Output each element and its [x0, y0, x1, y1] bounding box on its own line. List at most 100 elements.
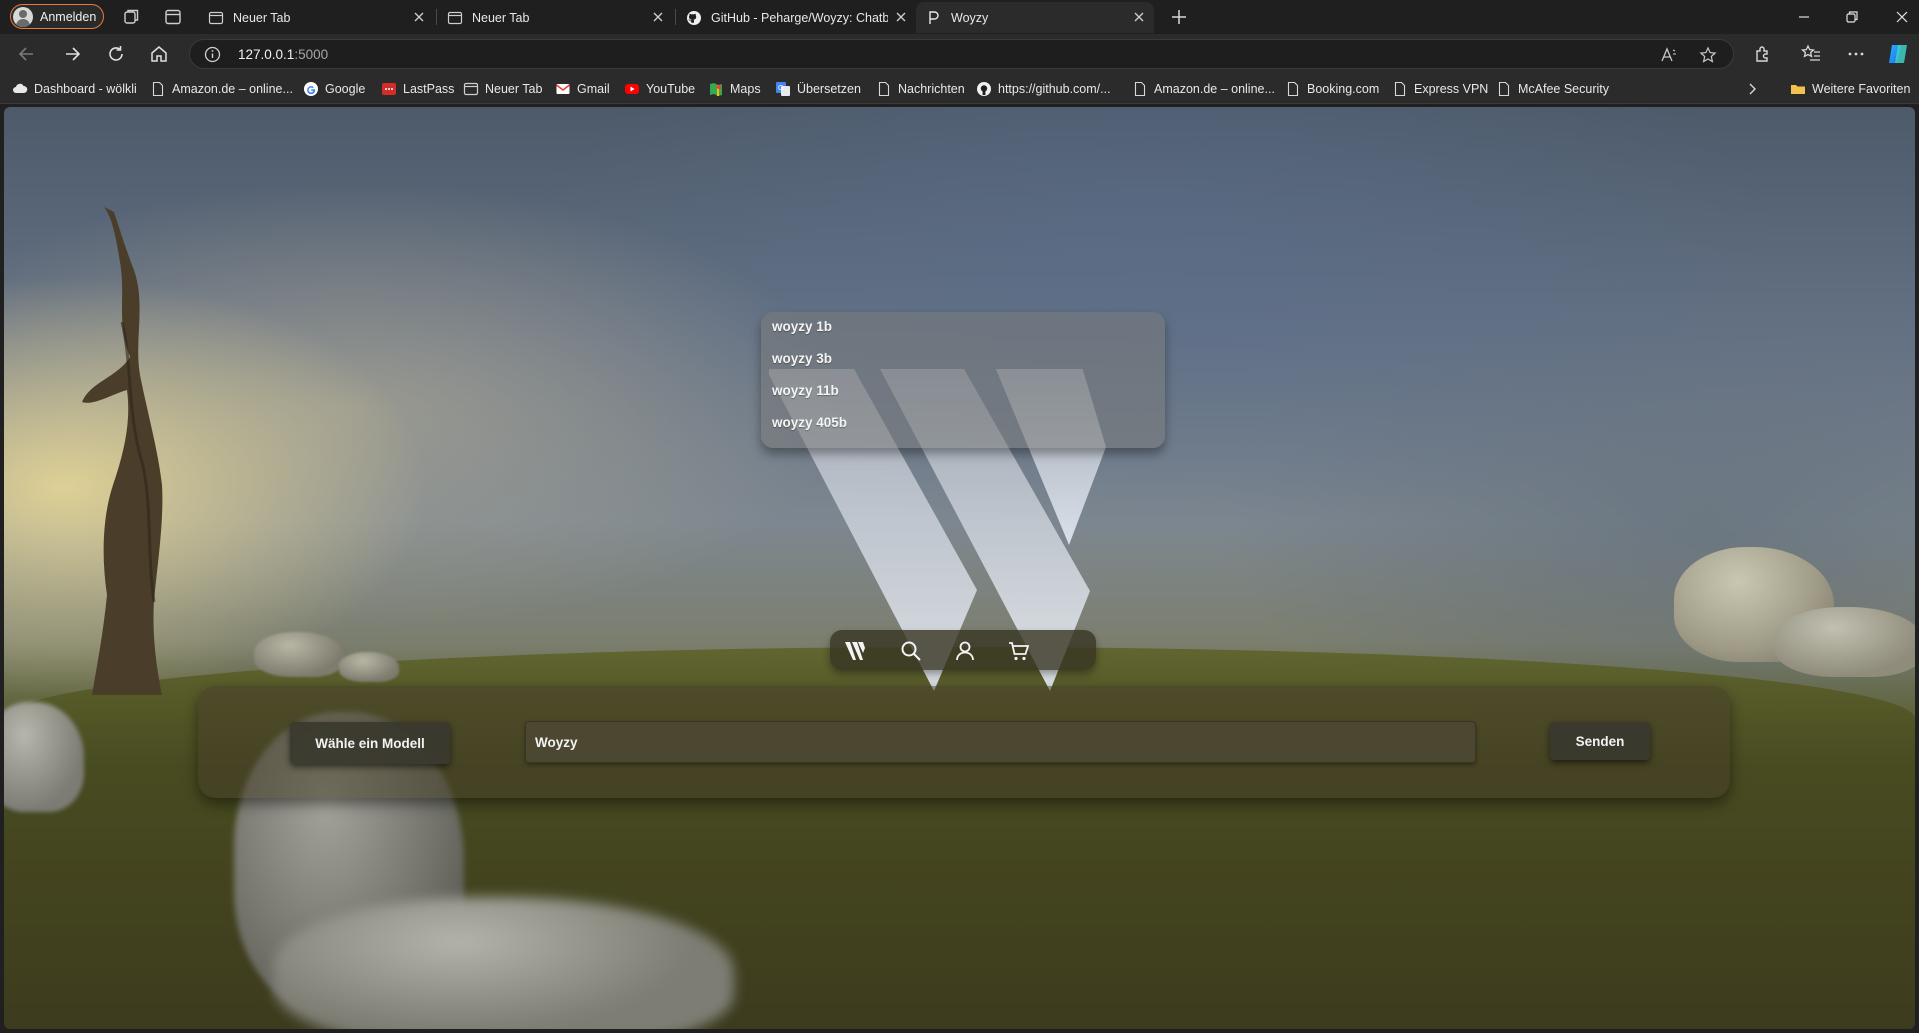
bookmark-github[interactable]: https://github.com/... — [976, 80, 1111, 98]
search-icon[interactable] — [899, 639, 923, 663]
model-option-woyzy-1b[interactable]: woyzy 1b — [772, 319, 832, 334]
google-icon — [304, 82, 318, 96]
bookmark-express-vpn[interactable]: Express VPN — [1392, 80, 1488, 98]
bookmark-lastpass[interactable]: LastPass — [381, 80, 454, 98]
restore-icon[interactable] — [1842, 7, 1862, 27]
page-icon — [1134, 81, 1146, 97]
bookmark-mcafee[interactable]: McAfee Security — [1496, 80, 1609, 98]
tab-label: Neuer Tab — [472, 10, 530, 25]
tab-bar: Anmelden Neuer Tab Neuer Tab GitHub - Pe… — [0, 0, 1919, 34]
tab-neuer-tab-1[interactable]: Neuer Tab — [198, 2, 434, 33]
tab-label: GitHub - Peharge/Woyzy: Chatbo — [711, 10, 888, 25]
translate-icon: G — [776, 82, 790, 96]
extensions-icon[interactable] — [1752, 43, 1774, 65]
site-info-icon[interactable] — [204, 46, 221, 63]
more-favorites-folder[interactable]: Weitere Favoriten — [1790, 80, 1910, 98]
bookmark-label: LastPass — [403, 82, 455, 96]
favorite-star-icon[interactable] — [1699, 46, 1717, 64]
message-input[interactable] — [525, 721, 1476, 763]
woyzy-favicon — [929, 10, 939, 24]
lastpass-icon — [382, 83, 396, 95]
send-button[interactable]: Senden — [1550, 722, 1650, 760]
bookmark-label: Gmail — [577, 82, 610, 96]
tab-page-icon — [463, 82, 479, 96]
page-icon — [1498, 81, 1510, 97]
avatar-icon — [13, 6, 33, 27]
page-icon — [878, 81, 890, 97]
tab-neuer-tab-2[interactable]: Neuer Tab — [437, 2, 673, 33]
tab-github[interactable]: GitHub - Peharge/Woyzy: Chatbo — [676, 2, 916, 33]
chevron-right-icon[interactable] — [1745, 82, 1759, 96]
bookmark-label: Übersetzen — [797, 82, 861, 96]
address-bar[interactable]: 127.0.0.1:5000 — [189, 39, 1734, 69]
url-host: 127.0.0.1 — [238, 47, 295, 62]
tab-label: Woyzy — [951, 10, 989, 25]
copilot-icon[interactable] — [1886, 41, 1912, 67]
model-option-woyzy-405b[interactable]: woyzy 405b — [772, 415, 847, 430]
bookmark-label: Dashboard - wölkli — [34, 82, 137, 96]
profile-label: Anmelden — [40, 9, 97, 24]
background-rock — [339, 652, 399, 682]
bookmark-gmail[interactable]: Gmail — [555, 80, 610, 98]
cloud-icon — [13, 83, 28, 93]
tab-actions-icon[interactable] — [163, 7, 183, 27]
bookmark-neuer-tab[interactable]: Neuer Tab — [463, 80, 542, 98]
back-icon[interactable] — [16, 43, 38, 65]
user-icon[interactable] — [953, 639, 977, 663]
bookmark-maps[interactable]: Maps — [708, 80, 761, 98]
tab-woyzy[interactable]: Woyzy — [916, 2, 1154, 33]
model-option-woyzy-3b[interactable]: woyzy 3b — [772, 351, 832, 366]
page-viewport: woyzy 1b woyzy 3b woyzy 11b woyzy 405b W… — [4, 107, 1915, 1029]
close-icon[interactable] — [651, 10, 665, 24]
bookmarks-bar: Dashboard - wölkli Amazon.de – online...… — [0, 74, 1919, 104]
bookmark-youtube[interactable]: YouTube — [624, 80, 695, 98]
new-tab-icon[interactable] — [1169, 7, 1189, 27]
workspaces-icon[interactable] — [121, 7, 141, 27]
background-rock — [1774, 607, 1915, 677]
bookmark-label: Express VPN — [1414, 82, 1489, 96]
tab-page-icon — [208, 11, 224, 24]
more-menu-icon[interactable] — [1845, 43, 1867, 65]
refresh-icon[interactable] — [105, 43, 127, 65]
bookmark-uebersetzen[interactable]: G Übersetzen — [775, 80, 861, 98]
bookmark-label: Amazon.de – online... — [172, 82, 293, 96]
tab-page-icon — [447, 11, 463, 24]
minimize-icon[interactable] — [1794, 7, 1814, 27]
close-icon[interactable] — [894, 10, 908, 24]
bookmark-dashboard[interactable]: Dashboard - wölkli — [12, 80, 137, 98]
read-aloud-icon[interactable] — [1660, 46, 1678, 64]
bookmark-amazon-2[interactable]: Amazon.de – online... — [1132, 80, 1275, 98]
youtube-icon — [625, 84, 639, 94]
bookmark-nachrichten[interactable]: Nachrichten — [876, 80, 965, 98]
close-icon[interactable] — [412, 10, 426, 24]
background-tree-stump — [82, 207, 163, 695]
svg-text:G: G — [778, 85, 783, 92]
woyzy-logo-icon[interactable] — [844, 639, 868, 663]
bookmark-label: Maps — [730, 82, 761, 96]
model-option-woyzy-11b[interactable]: woyzy 11b — [772, 383, 839, 398]
choose-model-button[interactable]: Wähle ein Modell — [290, 722, 450, 764]
model-dropdown: woyzy 1b woyzy 3b woyzy 11b woyzy 405b — [761, 312, 1165, 448]
page-icon — [1287, 81, 1299, 97]
bookmark-label: Booking.com — [1307, 82, 1380, 96]
favorites-icon[interactable] — [1800, 43, 1822, 65]
close-window-icon[interactable] — [1892, 7, 1912, 27]
profile-button[interactable]: Anmelden — [10, 4, 104, 29]
forward-icon[interactable] — [61, 43, 83, 65]
tab-label: Neuer Tab — [233, 10, 291, 25]
bookmark-google[interactable]: Google — [303, 80, 365, 98]
bookmark-label: McAfee Security — [1518, 82, 1610, 96]
background-rock — [254, 632, 344, 677]
home-icon[interactable] — [148, 43, 170, 65]
url-text[interactable]: 127.0.0.1:5000 — [238, 47, 328, 62]
bookmark-label: Neuer Tab — [485, 82, 543, 96]
cart-icon[interactable] — [1007, 639, 1031, 663]
bookmark-booking[interactable]: Booking.com — [1285, 80, 1379, 98]
close-icon[interactable] — [1132, 10, 1146, 24]
page-icon — [1394, 81, 1406, 97]
bookmark-label: https://github.com/... — [998, 82, 1111, 96]
bookmark-label: Google — [325, 82, 366, 96]
icon-bar — [830, 630, 1096, 670]
bookmark-amazon-1[interactable]: Amazon.de – online... — [150, 80, 293, 98]
bookmark-label: Amazon.de – online... — [1154, 82, 1275, 96]
